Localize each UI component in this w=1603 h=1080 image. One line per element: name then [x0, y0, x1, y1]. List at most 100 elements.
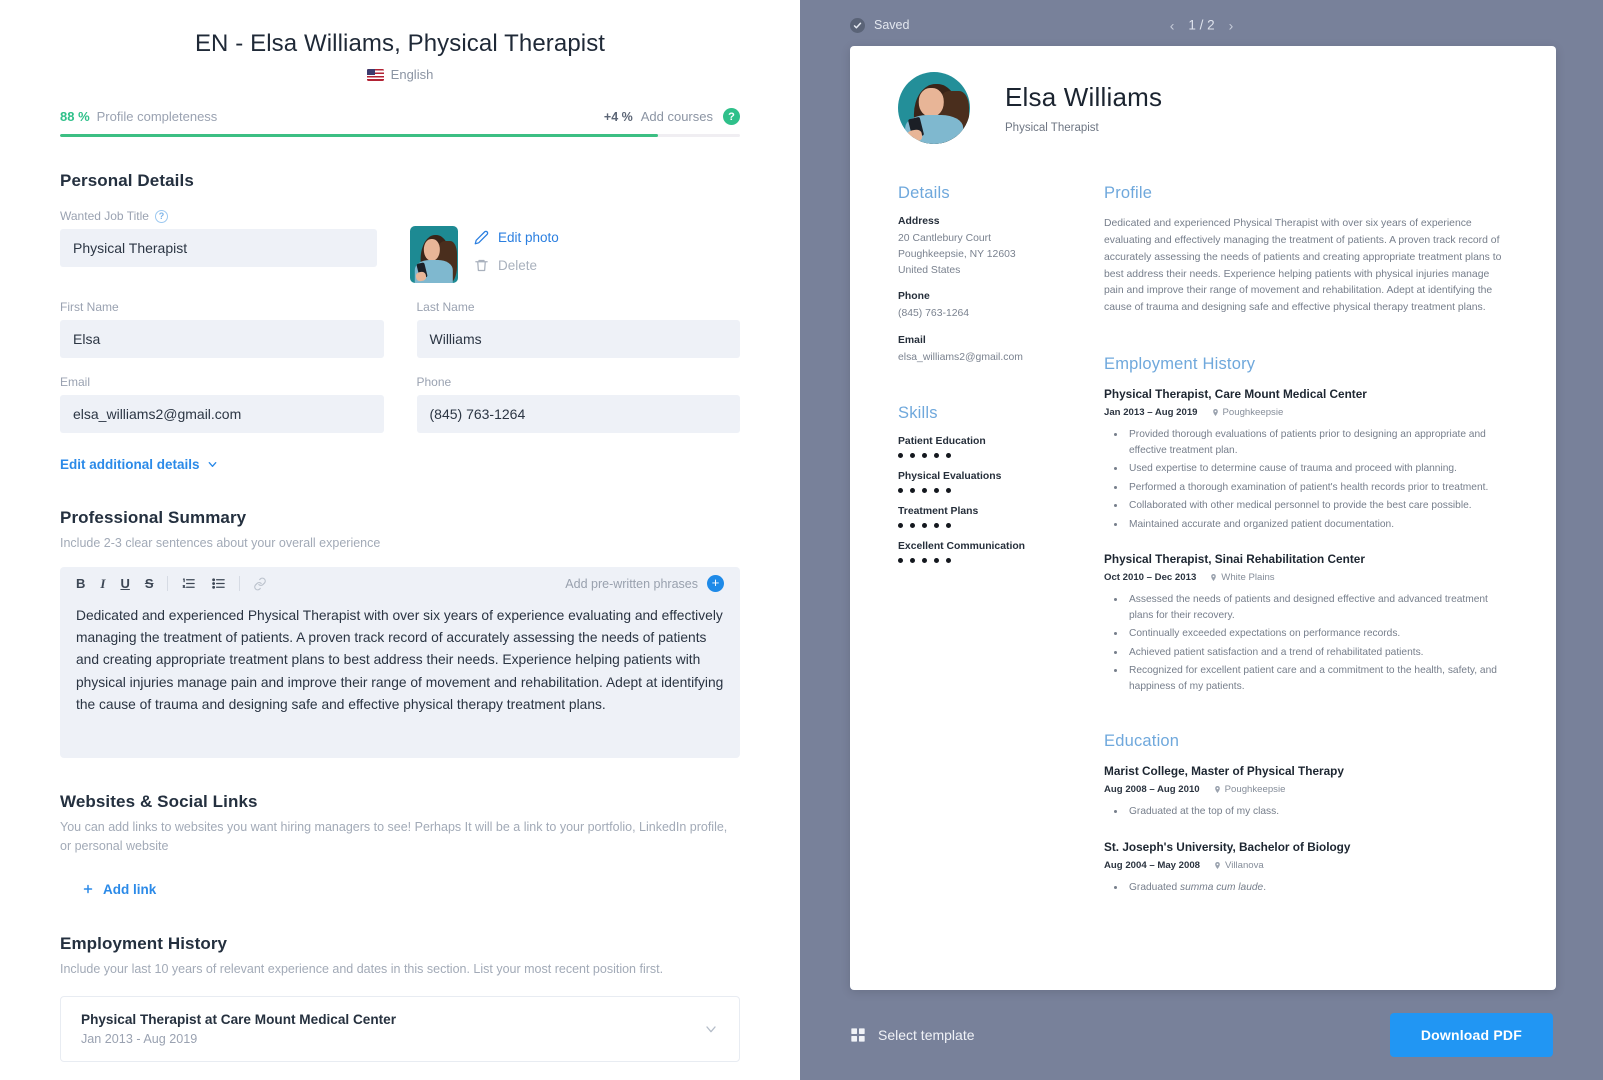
first-name-input[interactable]: Elsa — [60, 320, 384, 358]
skill-dot — [910, 558, 915, 564]
help-icon[interactable]: ? — [723, 108, 740, 125]
entry-location: Poughkeepsie — [1212, 407, 1284, 419]
rte-toolbar: B I U S Add pre-written phrases + — [60, 567, 740, 601]
preview-toolbar: Saved ‹ 1 / 2 › — [800, 0, 1603, 50]
skill-dot — [910, 488, 915, 494]
employment-card[interactable]: Physical Therapist at Care Mount Medical… — [60, 996, 740, 1063]
italic-button[interactable]: I — [100, 577, 105, 590]
add-courses-percent: +4 % — [603, 109, 633, 124]
download-pdf-button[interactable]: Download PDF — [1389, 1013, 1553, 1057]
skill-item: Excellent Communication — [898, 541, 1066, 564]
add-prewritten-phrases-label[interactable]: Add pre-written phrases — [565, 577, 698, 591]
next-page-button[interactable]: › — [1229, 18, 1234, 32]
preview-panel: Saved ‹ 1 / 2 › Elsa Williams Physical T… — [800, 0, 1603, 1080]
address-label: Address — [898, 216, 940, 227]
skill-dot — [946, 488, 951, 494]
grid-icon — [851, 1028, 865, 1042]
address-line: 20 Cantlebury Court — [898, 233, 991, 244]
progress-bar-track — [60, 134, 740, 137]
profile-photo-thumbnail[interactable] — [410, 226, 458, 283]
skill-level-dots — [898, 523, 1066, 529]
address-line: Poughkeepsie, NY 12603 — [898, 248, 1016, 260]
question-mark-icon[interactable]: ? — [154, 209, 168, 223]
resume-sidebar: Details Address 20 Cantlebury Court Pough… — [898, 184, 1066, 898]
prev-page-button[interactable]: ‹ — [1170, 18, 1175, 32]
wanted-job-title-input[interactable]: Physical Therapist — [60, 229, 377, 267]
resume-preview-page[interactable]: Elsa Williams Physical Therapist Details… — [850, 46, 1556, 990]
language-label: English — [390, 67, 434, 82]
profile-completeness: 88 % Profile completeness +4 % Add cours… — [60, 108, 740, 137]
entry-bullet: Achieved patient satisfaction and a tren… — [1126, 645, 1508, 661]
entry-title: Marist College, Master of Physical Thera… — [1104, 764, 1344, 779]
add-link-label: Add link — [103, 881, 157, 897]
last-name-label: Last Name — [416, 300, 475, 314]
numbered-list-icon[interactable] — [181, 576, 196, 591]
page-indicator: 1 / 2 — [1188, 17, 1215, 33]
skill-dot — [922, 523, 927, 529]
skills-list: Patient Education Physical Evaluations Tre… — [898, 436, 1066, 564]
entry-location-label: Poughkeepsie — [1222, 407, 1284, 419]
chevron-down-icon[interactable] — [703, 1021, 719, 1037]
preview-bottom-bar: Select template Download PDF — [800, 990, 1603, 1080]
toolbar-divider — [166, 576, 168, 592]
address-line: United States — [898, 264, 961, 276]
employment-list: Physical Therapist, Care Mount Medical C… — [1104, 387, 1508, 694]
wanted-job-title-text: Wanted Job Title — [60, 209, 149, 223]
skill-dot — [934, 453, 939, 459]
add-courses-label[interactable]: Add courses — [641, 109, 713, 124]
entry-bullet: Graduated at the top of my class. — [1126, 804, 1508, 820]
entry-location: White Plains — [1210, 572, 1275, 583]
edit-photo-label: Edit photo — [498, 230, 559, 245]
entry-meta: Aug 2004 – May 2008 Villanova — [1104, 860, 1508, 871]
skill-dot — [898, 558, 903, 564]
resume-main: Profile Dedicated and experienced Physic… — [1104, 184, 1508, 898]
link-icon[interactable] — [253, 577, 267, 591]
employment-heading: Employment History — [1104, 355, 1256, 374]
skill-name: Treatment Plans — [898, 506, 979, 518]
details-heading: Details — [898, 184, 950, 202]
email-label: Email — [60, 375, 91, 389]
bold-button[interactable]: B — [76, 577, 85, 590]
entry-title: Physical Therapist, Care Mount Medical C… — [1104, 387, 1367, 402]
toolbar-divider-2 — [238, 576, 240, 592]
pencil-icon — [474, 230, 489, 245]
resume-entry: Physical Therapist, Sinai Rehabilitation… — [1104, 552, 1508, 694]
us-flag-icon — [366, 68, 384, 81]
entry-location-label: Poughkeepsie — [1224, 784, 1286, 796]
employment-card-title: Physical Therapist at Care Mount Medical… — [81, 1012, 397, 1028]
summary-textarea[interactable]: Dedicated and experienced Physical Thera… — [60, 601, 740, 759]
delete-photo-label: Delete — [498, 258, 538, 273]
summary-rich-text-editor: B I U S Add pre-written phrases + Dedica… — [60, 566, 740, 759]
entry-bullets: Assessed the needs of patients and desig… — [1126, 592, 1508, 694]
underline-button[interactable]: U — [120, 577, 129, 590]
entry-location: Poughkeepsie — [1214, 784, 1286, 796]
skill-dot — [898, 488, 903, 494]
skill-name: Patient Education — [898, 436, 986, 448]
entry-title: St. Joseph's University, Bachelor of Bio… — [1104, 839, 1351, 854]
bulleted-list-icon[interactable] — [211, 576, 226, 591]
last-name-input[interactable]: Williams — [416, 320, 740, 358]
edit-photo-button[interactable]: Edit photo — [474, 230, 559, 245]
page-navigation: ‹ 1 / 2 › — [1170, 18, 1234, 33]
entry-bullet: Provided thorough evaluations of patient… — [1126, 427, 1508, 458]
edit-additional-details-label: Edit additional details — [60, 457, 200, 472]
entry-bullet: Graduated summa cum laude. — [1126, 880, 1508, 896]
resume-header: Elsa Williams Physical Therapist — [898, 72, 1508, 144]
strikethrough-button[interactable]: S — [145, 577, 154, 590]
edit-additional-details-button[interactable]: Edit additional details — [60, 457, 218, 472]
skill-dot — [898, 523, 903, 529]
phone-input[interactable]: (845) 763-1264 — [416, 395, 740, 433]
select-template-button[interactable]: Select template — [850, 1027, 975, 1043]
email-input[interactable]: elsa_williams2@gmail.com — [60, 395, 384, 433]
resume-avatar — [898, 72, 970, 144]
add-link-button[interactable]: Add link — [82, 882, 156, 897]
document-title: EN - Elsa Williams, Physical Therapist — [194, 30, 606, 57]
delete-photo-button[interactable]: Delete — [474, 258, 559, 273]
employment-card-date: Jan 2013 - Aug 2019 — [81, 1032, 198, 1047]
entry-bullets: Graduated summa cum laude. — [1126, 880, 1508, 896]
add-phrase-plus-button[interactable]: + — [707, 575, 724, 593]
language-row[interactable]: English — [60, 67, 740, 82]
saved-status: Saved — [850, 17, 909, 33]
skills-heading: Skills — [898, 404, 938, 423]
entry-bullets: Graduated at the top of my class. — [1126, 804, 1508, 820]
